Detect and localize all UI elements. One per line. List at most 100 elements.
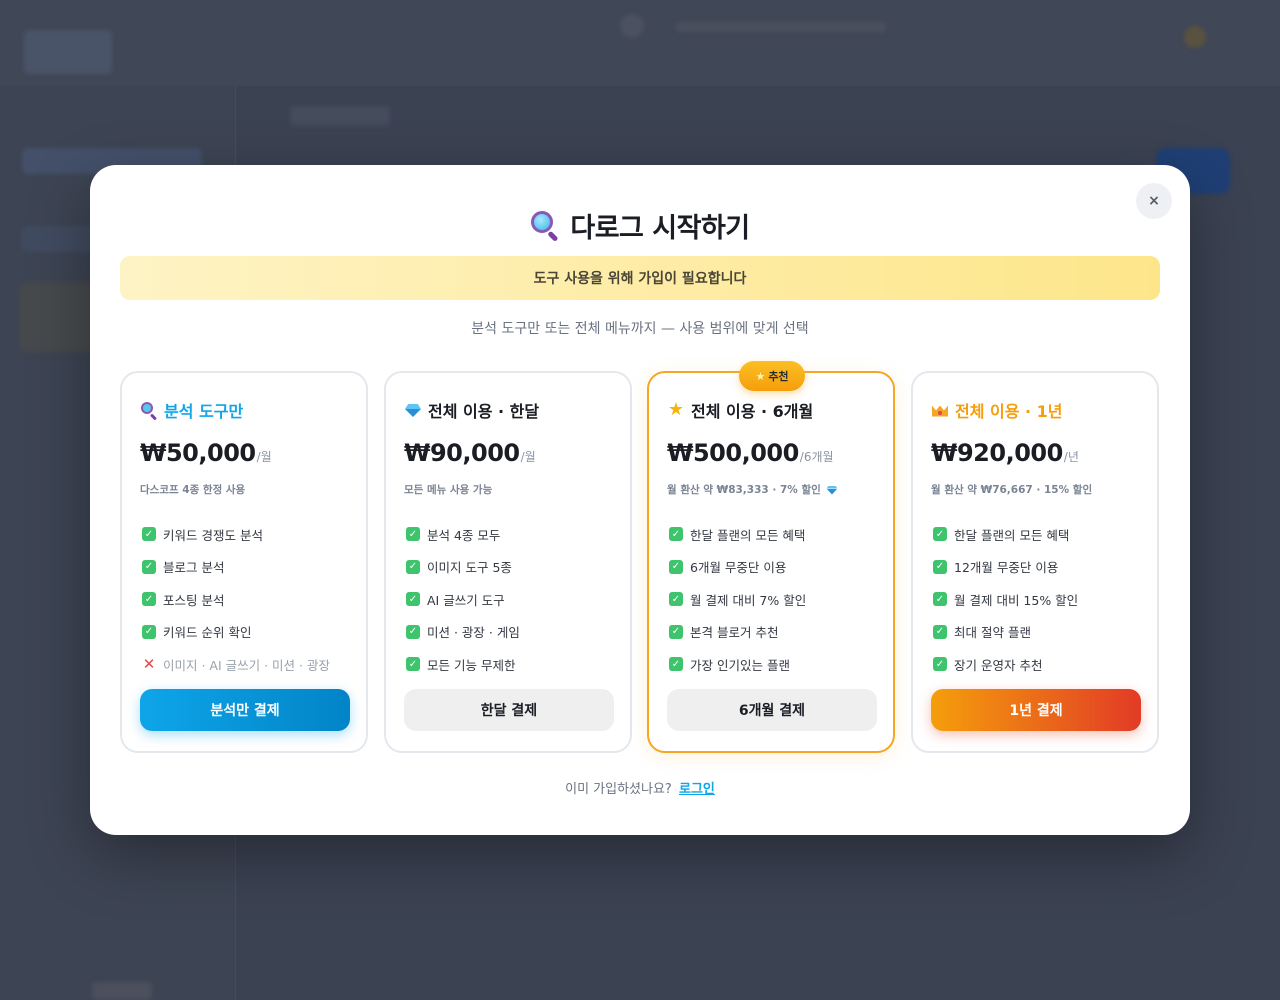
gem-icon bbox=[404, 401, 422, 419]
six-month-checkout-button[interactable]: 6개월 결제 bbox=[667, 689, 877, 731]
check-icon: ✓ bbox=[669, 527, 683, 542]
star-icon: ★ bbox=[667, 399, 685, 420]
feature-text: 한달 플랜의 모든 혜택 bbox=[954, 527, 1070, 543]
feature-text: 키워드 경쟁도 분석 bbox=[163, 527, 263, 543]
plan-description: 모든 메뉴 사용 가능 bbox=[404, 484, 493, 496]
signup-modal: × 다로그 시작하기 도구 사용을 위해 가입이 필요합니다 분석 도구만 또는… bbox=[90, 165, 1190, 835]
plan-title: 전체 이용 · 한달 bbox=[404, 399, 539, 421]
check-icon: ✓ bbox=[406, 657, 420, 672]
plan-period: /월 bbox=[520, 450, 536, 464]
feature-list: ✓ 분석 4종 모두 ✓ 이미지 도구 5종 ✓ AI 글쓰기 도구 ✓ 미션 · 광장… bbox=[406, 518, 520, 681]
check-icon: ✓ bbox=[669, 592, 683, 607]
recommended-badge: ★ 추천 bbox=[739, 361, 805, 391]
feature-item: ✓ 장기 운영자 추천 bbox=[933, 648, 1078, 681]
feature-item: ✓ 포스팅 분석 bbox=[142, 583, 330, 616]
price-row: ₩920,000 /년 bbox=[931, 439, 1079, 467]
feature-list: ✓ 한달 플랜의 모든 혜택 ✓ 12개월 무중단 이용 ✓ 월 결제 대비 15% … bbox=[933, 518, 1078, 681]
cross-icon: ✕ bbox=[142, 655, 156, 674]
feature-text: 키워드 순위 확인 bbox=[163, 625, 252, 641]
feature-text: 최대 절약 플랜 bbox=[954, 625, 1031, 641]
feature-text: 6개월 무중단 이용 bbox=[690, 560, 787, 576]
monthly-checkout-button[interactable]: 한달 결제 bbox=[404, 689, 614, 731]
feature-item: ✓ 모든 기능 무제한 bbox=[406, 648, 520, 681]
feature-text: 모든 기능 무제한 bbox=[427, 657, 516, 673]
plan-title: ★ 전체 이용 · 6개월 bbox=[667, 399, 814, 422]
feature-item: ✓ 본격 블로거 추천 bbox=[669, 616, 806, 649]
background-footer-item bbox=[92, 982, 152, 1000]
feature-item: ✓ AI 글쓰기 도구 bbox=[406, 583, 520, 616]
modal-subtitle: 분석 도구만 또는 전체 메뉴까지 — 사용 범위에 맞게 선택 bbox=[471, 321, 809, 337]
check-icon: ✓ bbox=[406, 624, 420, 639]
background-avatar bbox=[1184, 26, 1206, 48]
feature-item: ✓ 6개월 무중단 이용 bbox=[669, 551, 806, 584]
analysis-checkout-button[interactable]: 분석만 결제 bbox=[140, 689, 350, 731]
feature-text: 본격 블로거 추천 bbox=[690, 625, 779, 641]
feature-text: 한달 플랜의 모든 혜택 bbox=[690, 527, 806, 543]
gem-icon bbox=[826, 485, 838, 495]
feature-item: ✓ 최대 절약 플랜 bbox=[933, 616, 1078, 649]
plan-price: ₩90,000 bbox=[404, 439, 520, 467]
check-icon: ✓ bbox=[669, 624, 683, 639]
login-question: 이미 가입하셨나요? bbox=[565, 782, 672, 797]
login-link[interactable]: 로그인 bbox=[679, 782, 715, 797]
feature-item: ✓ 블로그 분석 bbox=[142, 551, 330, 584]
badge-label: 추천 bbox=[768, 370, 789, 383]
plan-card-yearly: 전체 이용 · 1년 ₩920,000 /년 월 환산 약 ₩76,667 · … bbox=[911, 371, 1159, 753]
plan-card-six-month: ★ 추천 ★ 전체 이용 · 6개월 ₩500,000 /6개월 월 환산 약 … bbox=[647, 361, 895, 753]
feature-item: ✓ 한달 플랜의 모든 혜택 bbox=[669, 518, 806, 551]
price-row: ₩90,000 /월 bbox=[404, 439, 536, 467]
check-icon: ✓ bbox=[142, 592, 156, 607]
plan-card-monthly: 전체 이용 · 한달 ₩90,000 /월 모든 메뉴 사용 가능 ✓ 분석 4종… bbox=[384, 371, 632, 753]
check-icon: ✓ bbox=[933, 592, 947, 607]
login-prompt: 이미 가입하셨나요? 로그인 bbox=[90, 778, 1190, 797]
feature-item: ✓ 가장 인기있는 플랜 bbox=[669, 648, 806, 681]
check-icon: ✓ bbox=[142, 559, 156, 574]
plan-description: 다스코프 4종 한정 사용 bbox=[140, 484, 246, 496]
plan-title: 분석 도구만 bbox=[140, 399, 243, 421]
plan-price: ₩500,000 bbox=[667, 439, 799, 467]
feature-text: 월 결제 대비 15% 할인 bbox=[954, 592, 1079, 608]
plan-period: /월 bbox=[256, 450, 272, 464]
check-icon: ✓ bbox=[669, 657, 683, 672]
check-icon: ✓ bbox=[669, 559, 683, 574]
plan-description-text: 월 환산 약 ₩83,333 · 7% 할인 bbox=[667, 484, 821, 496]
modal-header: 다로그 시작하기 bbox=[90, 205, 1190, 245]
feature-text: 분석 4종 모두 bbox=[427, 527, 501, 543]
plan-price: ₩50,000 bbox=[140, 439, 256, 467]
feature-item: ✓ 한달 플랜의 모든 혜택 bbox=[933, 518, 1078, 551]
check-icon: ✓ bbox=[406, 592, 420, 607]
check-icon: ✓ bbox=[933, 624, 947, 639]
modal-title: 다로그 시작하기 bbox=[570, 212, 750, 244]
magnifier-icon bbox=[530, 210, 560, 243]
feature-item: ✓ 키워드 경쟁도 분석 bbox=[142, 518, 330, 551]
feature-item: ✓ 분석 4종 모두 bbox=[406, 518, 520, 551]
feature-item: ✓ 월 결제 대비 15% 할인 bbox=[933, 583, 1078, 616]
plan-price: ₩920,000 bbox=[931, 439, 1063, 467]
feature-text: 가장 인기있는 플랜 bbox=[690, 657, 790, 673]
plan-name: 전체 이용 · 1년 bbox=[955, 402, 1063, 421]
check-icon: ✓ bbox=[406, 527, 420, 542]
feature-text: 미션 · 광장 · 게임 bbox=[427, 625, 520, 641]
price-row: ₩50,000 /월 bbox=[140, 439, 272, 467]
plan-card-analysis: 분석 도구만 ₩50,000 /월 다스코프 4종 한정 사용 ✓ 키워드 경쟁도… bbox=[120, 371, 368, 753]
notice-banner: 도구 사용을 위해 가입이 필요합니다 bbox=[120, 256, 1160, 300]
plan-name: 전체 이용 · 6개월 bbox=[691, 402, 814, 421]
feature-list: ✓ 키워드 경쟁도 분석 ✓ 블로그 분석 ✓ 포스팅 분석 ✓ 키워드 순위 확인 ✕… bbox=[142, 518, 330, 681]
feature-text: 블로그 분석 bbox=[163, 560, 225, 576]
feature-item: ✓ 이미지 도구 5종 bbox=[406, 551, 520, 584]
feature-item: ✓ 12개월 무중단 이용 bbox=[933, 551, 1078, 584]
feature-text: 포스팅 분석 bbox=[163, 592, 225, 608]
feature-text: 월 결제 대비 7% 할인 bbox=[690, 592, 807, 608]
feature-text: 12개월 무중단 이용 bbox=[954, 560, 1059, 576]
feature-text: 이미지 도구 5종 bbox=[427, 560, 512, 576]
yearly-checkout-button[interactable]: 1년 결제 bbox=[931, 689, 1141, 731]
plan-period: /년 bbox=[1063, 450, 1079, 464]
feature-text: 장기 운영자 추천 bbox=[954, 657, 1043, 673]
plan-description: 월 환산 약 ₩76,667 · 15% 할인 bbox=[931, 484, 1093, 496]
background-nav bbox=[676, 22, 886, 32]
check-icon: ✓ bbox=[933, 527, 947, 542]
check-icon: ✓ bbox=[933, 559, 947, 574]
plan-period: /6개월 bbox=[799, 450, 834, 464]
crown-icon bbox=[931, 401, 949, 419]
background-logo bbox=[24, 30, 112, 74]
